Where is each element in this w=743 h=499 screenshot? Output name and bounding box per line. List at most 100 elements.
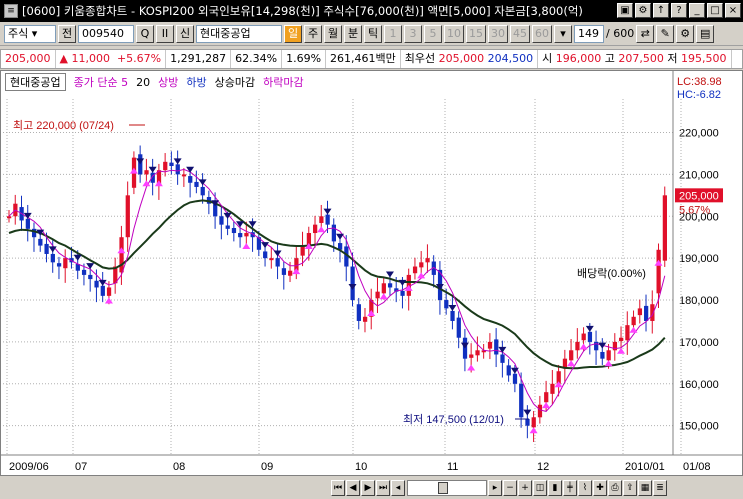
next-icon[interactable]: ▶ [361, 480, 375, 496]
save-icon[interactable]: ▤ [696, 24, 715, 43]
count-total: / 600 [606, 27, 635, 40]
period-minute-button[interactable]: 분 [344, 24, 362, 43]
down-signal-arrow [273, 250, 282, 257]
current-price-tag-label: 205,000 [679, 190, 719, 202]
candle-body [425, 258, 430, 263]
grid-icon[interactable]: ▦ [638, 480, 652, 496]
last-icon[interactable]: ⏭ [376, 480, 390, 496]
zoom-slider[interactable] [407, 480, 487, 496]
interval-10-button[interactable]: 10 [444, 24, 464, 43]
down-signal-arrow [523, 409, 532, 416]
ratio-1: 62.34% [231, 50, 283, 68]
title-buttons: ▣ ⚙ ↑ ? _ □ × [617, 3, 741, 18]
interval-30-button[interactable]: 30 [488, 24, 508, 43]
period-day-button[interactable]: 일 [284, 24, 302, 43]
candle-body [319, 216, 324, 223]
stock-name-field[interactable]: 현대중공업 [196, 24, 282, 43]
change-value: 11,000 [71, 52, 110, 65]
candle-body [487, 341, 493, 349]
help-icon[interactable]: ? [671, 3, 687, 18]
link-icon[interactable]: ▣ [617, 3, 633, 18]
down-signal-arrow [186, 166, 195, 173]
chart-legend: 현대중공업 종가 단순 5 20 상방 하방 상승마감 하락마감 [5, 73, 304, 91]
code-search-button[interactable]: Q [136, 24, 154, 43]
price-chart[interactable]: 220,000210,000200,000190,000180,000170,0… [1, 71, 742, 475]
first-icon[interactable]: ⏮ [331, 480, 345, 496]
x-tick-label: 01/08 [683, 461, 711, 473]
y-tick-label: 190,000 [679, 253, 719, 265]
interval-15-button[interactable]: 15 [466, 24, 486, 43]
bar-chart-icon[interactable]: ▮ [548, 480, 562, 496]
legend-signal-up: 상방 [158, 76, 179, 89]
candle-body [50, 253, 55, 263]
best-quote-label: 최우선 [404, 52, 436, 65]
candle-body [263, 251, 268, 259]
scroll-right-icon[interactable]: ▸ [488, 480, 502, 496]
candle-body [544, 392, 549, 403]
setup-icon[interactable]: ⚙ [676, 24, 695, 43]
candle-body [381, 283, 386, 294]
pin-icon[interactable]: ↑ [653, 3, 669, 18]
link-tool-icon[interactable]: ⇄ [636, 24, 655, 43]
line-icon[interactable]: ⌇ [578, 480, 592, 496]
ohl: 시 196,000 고 207,500 저 195,500 [538, 50, 732, 68]
draw-tool-icon[interactable]: ✎ [656, 24, 675, 43]
toolbar: 주식 ▾ 전 009540 Q II 신 현대중공업 일 주 월 분 틱 1 3… [0, 22, 743, 46]
hc-label: HC:-6.82 [677, 89, 721, 101]
code-input[interactable]: 009540 [78, 24, 134, 43]
settings-icon[interactable]: ⚙ [635, 3, 651, 18]
candle-body [94, 280, 99, 288]
up-signal-arrow [467, 364, 476, 371]
pause-button[interactable]: II [156, 24, 174, 43]
legend-close-up: 상승마감 [214, 76, 256, 89]
candle-body [587, 331, 593, 342]
candle-body [500, 354, 505, 363]
window-title: [0600] 키움종합차트 - KOSPI200 외국인보유[14,298(천)… [22, 4, 583, 18]
price-change: ▲ 11,000 +5.67% [56, 50, 167, 68]
down-signal-arrow [448, 304, 457, 311]
market-select[interactable]: 주식 ▾ [4, 24, 56, 43]
interval-60-button[interactable]: 60 [532, 24, 552, 43]
period-month-button[interactable]: 월 [324, 24, 342, 43]
count-input[interactable]: 149 [574, 24, 604, 43]
interval-1-button[interactable]: 1 [384, 24, 402, 43]
interval-5-button[interactable]: 5 [424, 24, 442, 43]
candle-body [144, 170, 149, 175]
y-tick-label: 170,000 [679, 337, 719, 349]
scroll-left-icon[interactable]: ◂ [391, 480, 405, 496]
export-icon[interactable]: ⇪ [623, 480, 637, 496]
mode-button[interactable]: 전 [58, 24, 76, 43]
candle-body [119, 237, 124, 273]
period-week-button[interactable]: 주 [304, 24, 322, 43]
credit-button[interactable]: 신 [176, 24, 194, 43]
candle-body [225, 225, 230, 229]
chart-area[interactable]: 220,000 210,000 200,000 190,000 180,000 170,0… [0, 70, 743, 476]
candle-body [644, 305, 649, 321]
menu-icon[interactable]: ≣ [653, 480, 667, 496]
down-signal-arrow [385, 271, 394, 278]
zoom-out-icon[interactable]: − [503, 480, 517, 496]
title-bar[interactable]: ≡ [0600] 키움종합차트 - KOSPI200 외국인보유[14,298(… [0, 0, 743, 22]
down-signal-arrow [498, 346, 507, 353]
zoom-in-icon[interactable]: + [518, 480, 532, 496]
candle-icon[interactable]: ╪ [563, 480, 577, 496]
fit-icon[interactable]: ◫ [533, 480, 547, 496]
period-tick-button[interactable]: 틱 [364, 24, 382, 43]
prev-icon[interactable]: ◀ [346, 480, 360, 496]
legend-stock-name[interactable]: 현대중공업 [5, 73, 66, 91]
crosshair-icon[interactable]: ✚ [593, 480, 607, 496]
scroll-bar: ⏮ ◀ ▶ ⏭ ◂ ▸ − + ◫ ▮ ╪ ⌇ ✚ ⎙ ⇪ ▦ ≣ [0, 477, 743, 499]
chart-window: ≡ [0600] 키움종합차트 - KOSPI200 외국인보유[14,298(… [0, 0, 743, 499]
interval-dropdown[interactable]: ▾ [554, 24, 572, 43]
maximize-button[interactable]: □ [707, 3, 723, 18]
interval-3-button[interactable]: 3 [404, 24, 422, 43]
close-button[interactable]: × [725, 3, 741, 18]
zoom-slider-thumb[interactable] [438, 482, 448, 494]
x-tick-label: 10 [355, 461, 367, 473]
interval-45-button[interactable]: 45 [510, 24, 530, 43]
print-icon[interactable]: ⎙ [608, 480, 622, 496]
y-tick-label: 150,000 [679, 421, 719, 433]
high-label: 고 [604, 52, 615, 65]
minimize-button[interactable]: _ [689, 3, 705, 18]
up-arrow-icon: ▲ [59, 52, 68, 65]
